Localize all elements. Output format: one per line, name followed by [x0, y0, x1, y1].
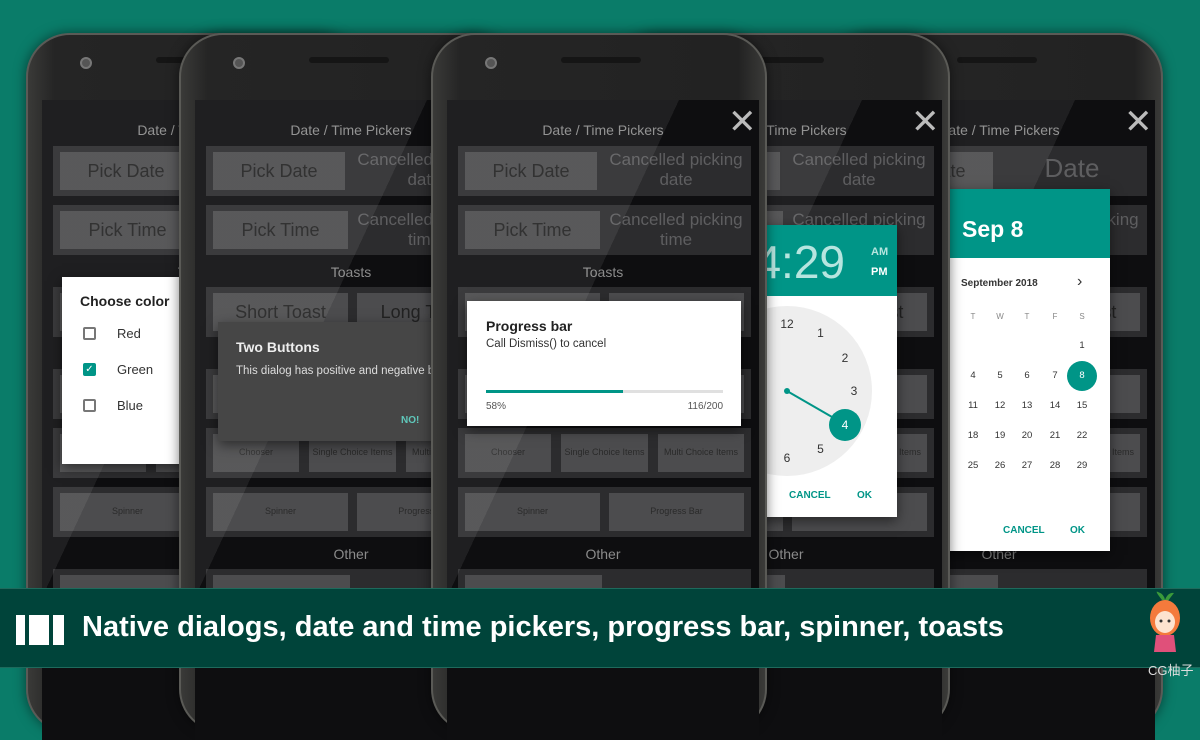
dialog-title: Two Buttons — [236, 339, 320, 355]
day-20[interactable]: 20 — [1015, 430, 1039, 441]
day-21[interactable]: 21 — [1043, 430, 1067, 441]
time-status: Cancelled picking time — [609, 210, 743, 249]
progress-dialog: Progress bar Call Dismiss() to cancel 58% 1… — [467, 301, 741, 426]
pick-date-button[interactable]: Pick Date — [465, 152, 597, 190]
camera-icon — [80, 57, 92, 69]
caption-banner: Native dialogs, date and time pickers, p… — [0, 588, 1200, 668]
dialog-title: Choose color — [80, 293, 170, 309]
date-status: Cancelled picking date — [792, 150, 926, 189]
cancel-button[interactable]: CANCEL — [1003, 525, 1045, 536]
weekday-label: T — [970, 312, 976, 321]
toasts-label: Toasts — [582, 264, 624, 280]
dialog-message: Call Dismiss() to cancel — [486, 338, 607, 350]
hour-5[interactable]: 5 — [809, 442, 833, 456]
option-label[interactable]: Green — [117, 362, 153, 377]
day-11[interactable]: 11 — [961, 400, 985, 411]
clock-center — [784, 388, 790, 394]
pm-toggle[interactable]: PM — [871, 266, 888, 278]
checkbox-green[interactable]: ✓ — [83, 363, 96, 376]
close-icon[interactable]: ✕ — [911, 105, 940, 139]
day-15[interactable]: 15 — [1070, 400, 1094, 411]
mascot-logo-icon — [1150, 591, 1180, 652]
day-19[interactable]: 19 — [988, 430, 1012, 441]
section-title: Date / Time Pickers — [542, 122, 664, 138]
day-7[interactable]: 7 — [1043, 370, 1067, 381]
progress-bar-button[interactable]: Progress Bar — [609, 493, 744, 531]
weekday-label: W — [996, 312, 1004, 321]
day-8[interactable]: 8 — [1070, 370, 1094, 381]
time-display: 4:29 — [755, 236, 845, 288]
hour-1[interactable]: 1 — [809, 326, 833, 340]
next-month-icon[interactable]: › — [1077, 273, 1082, 291]
checkbox-blue[interactable] — [83, 399, 96, 412]
option-label[interactable]: Blue — [117, 398, 143, 413]
weekday-label: T — [1024, 312, 1030, 321]
weekday-label: F — [1052, 312, 1058, 321]
camera-icon — [233, 57, 245, 69]
option-label[interactable]: Red — [117, 326, 141, 341]
weekday-label: S — [1079, 312, 1085, 321]
watermark: CG柚子 — [1148, 663, 1194, 678]
banner-text: Native dialogs, date and time pickers, p… — [82, 611, 1004, 643]
pick-time-button[interactable]: Pick Time — [465, 211, 600, 249]
day-4[interactable]: 4 — [961, 370, 985, 381]
spinner-button[interactable]: Spinner — [465, 493, 600, 531]
multi-choice-button[interactable]: Multi Choice Items — [658, 434, 744, 472]
pick-date-button[interactable]: Pick Date — [213, 152, 345, 190]
hour-6[interactable]: 6 — [775, 451, 799, 465]
ok-button[interactable]: OK — [1070, 525, 1085, 536]
speaker-grille — [957, 57, 1037, 63]
day-5[interactable]: 5 — [988, 370, 1012, 381]
plugin-logo-icon — [16, 615, 64, 645]
hour-4[interactable]: 4 — [833, 418, 857, 432]
day-6[interactable]: 6 — [1015, 370, 1039, 381]
day-29[interactable]: 29 — [1070, 460, 1094, 471]
day-22[interactable]: 22 — [1070, 430, 1094, 441]
hour-3[interactable]: 3 — [842, 384, 866, 398]
day-18[interactable]: 18 — [961, 430, 985, 441]
day-1[interactable]: 1 — [1070, 340, 1094, 351]
pick-time-button[interactable]: Pick Time — [60, 211, 195, 249]
day-12[interactable]: 12 — [988, 400, 1012, 411]
day-26[interactable]: 26 — [988, 460, 1012, 471]
day-27[interactable]: 27 — [1015, 460, 1039, 471]
day-14[interactable]: 14 — [1043, 400, 1067, 411]
month-label: September 2018 — [961, 278, 1038, 289]
cancel-button[interactable]: CANCEL — [789, 490, 831, 501]
close-icon[interactable]: ✕ — [728, 105, 757, 139]
day-28[interactable]: 28 — [1043, 460, 1067, 471]
day-13[interactable]: 13 — [1015, 400, 1039, 411]
single-choice-button[interactable]: Single Choice Items — [561, 434, 648, 472]
hour-2[interactable]: 2 — [833, 351, 857, 365]
date-status: Date — [1044, 153, 1100, 183]
progress-percent: 58% — [486, 401, 507, 412]
speaker-grille — [561, 57, 641, 63]
day-25[interactable]: 25 — [961, 460, 985, 471]
pick-date-button[interactable]: Pick Date — [60, 152, 192, 190]
pick-time-button[interactable]: Pick Time — [213, 211, 348, 249]
close-icon[interactable]: ✕ — [1124, 105, 1153, 139]
progress-track — [486, 390, 723, 393]
speaker-grille — [309, 57, 389, 63]
camera-icon — [485, 57, 497, 69]
checkbox-red[interactable] — [83, 327, 96, 340]
ok-button[interactable]: OK — [857, 490, 872, 501]
am-toggle[interactable]: AM — [871, 246, 888, 258]
spinner-button[interactable]: Spinner — [213, 493, 348, 531]
selected-date: Sep 8 — [962, 216, 1024, 242]
chooser-button[interactable]: Chooser — [465, 434, 551, 472]
other-label: Other — [585, 546, 621, 562]
date-status: Cancelled picking date — [609, 150, 743, 189]
hour-12[interactable]: 12 — [775, 317, 799, 331]
progress-fill — [486, 390, 624, 393]
no-button[interactable]: NO! — [401, 415, 419, 426]
spinner-button[interactable]: Spinner — [60, 493, 195, 531]
progress-count: 116/200 — [687, 401, 723, 412]
dialog-title: Progress bar — [486, 318, 573, 334]
